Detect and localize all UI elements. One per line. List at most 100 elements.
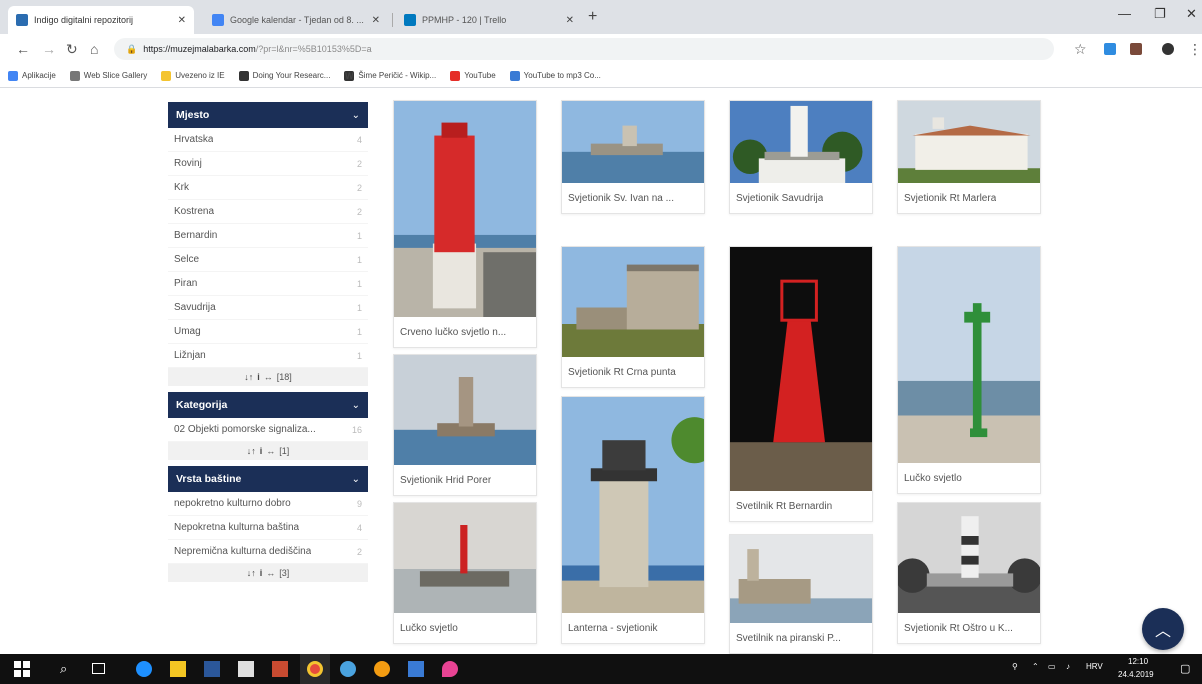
clock-time[interactable]: 12:10 — [1128, 657, 1148, 666]
language-indicator[interactable]: HRV — [1086, 662, 1103, 671]
maps-pin-icon[interactable] — [442, 661, 458, 677]
card-thumbnail[interactable] — [562, 101, 704, 183]
home-icon[interactable]: ⌂ — [90, 41, 98, 57]
card-thumbnail[interactable] — [898, 247, 1040, 463]
facet-header[interactable]: Vrsta baštine ⌄ — [168, 466, 368, 492]
expand-icon[interactable]: ↔ — [264, 372, 273, 382]
browser-tab-trello[interactable]: PPMHP - 120 | Trello ✕ — [396, 6, 582, 34]
close-icon[interactable]: ✕ — [566, 15, 574, 26]
profile-avatar-icon[interactable] — [1162, 43, 1174, 55]
facet-item[interactable]: Krk 2 — [168, 176, 368, 200]
facet-item[interactable]: Nepremična kulturna dediščina 2 — [168, 540, 368, 564]
file-explorer-icon[interactable] — [170, 661, 186, 677]
bookmark-ie-import[interactable]: Uvezeno iz IE — [161, 70, 225, 81]
clock-date[interactable]: 24.4.2019 — [1118, 670, 1154, 679]
back-arrow-icon[interactable]: ← — [16, 41, 30, 57]
chevron-down-icon[interactable]: ⌄ — [352, 110, 360, 121]
result-card[interactable]: Svjetionik Hrid Porer — [393, 354, 537, 496]
windows-start-icon[interactable] — [14, 661, 30, 677]
facet-item[interactable]: Hrvatska 4 — [168, 128, 368, 152]
menu-kebab-icon[interactable]: ⋮ — [1188, 41, 1202, 58]
result-card[interactable]: Svjetionik Savudrija — [729, 100, 873, 214]
card-thumbnail[interactable] — [730, 101, 872, 183]
url-input[interactable]: 🔒 https://muzejmalabarka.com/?pr=l&nr=%5… — [114, 38, 1054, 60]
app-icon[interactable] — [340, 661, 356, 677]
facet-item[interactable]: Piran 1 — [168, 272, 368, 296]
search-icon[interactable]: ⌕ — [60, 661, 76, 677]
card-caption[interactable]: Svetilnik na piranski P... — [730, 623, 872, 653]
card-thumbnail[interactable] — [562, 397, 704, 613]
reload-icon[interactable]: ↻ — [66, 41, 78, 58]
info-icon[interactable]: i — [257, 372, 260, 382]
card-thumbnail[interactable] — [394, 355, 536, 465]
chevron-down-icon[interactable]: ⌄ — [352, 474, 360, 485]
card-caption[interactable]: Crveno lučko svjetlo n... — [394, 317, 536, 347]
facet-item[interactable]: Bernardin 1 — [168, 224, 368, 248]
edge-browser-icon[interactable] — [136, 661, 152, 677]
card-thumbnail[interactable] — [730, 535, 872, 623]
bookmark-web-slice[interactable]: Web Slice Gallery — [69, 70, 147, 81]
close-icon[interactable]: ✕ — [372, 15, 380, 26]
card-caption[interactable]: Svjetionik Rt Oštro u K... — [898, 613, 1040, 643]
expand-icon[interactable]: ↔ — [266, 446, 275, 456]
card-thumbnail[interactable] — [394, 101, 536, 317]
result-card[interactable]: Svjetionik Rt Marlera — [897, 100, 1041, 214]
close-window-icon[interactable]: ✕ — [1186, 6, 1197, 22]
store-icon[interactable] — [238, 661, 254, 677]
tray-chevron-up-icon[interactable]: ⌃ — [1032, 662, 1039, 671]
info-icon[interactable]: i — [260, 446, 263, 456]
facet-item[interactable]: Rovinj 2 — [168, 152, 368, 176]
facet-item[interactable]: Ližnjan 1 — [168, 344, 368, 368]
tray-people-icon[interactable]: ⚲ — [1012, 662, 1018, 671]
facet-item[interactable]: Umag 1 — [168, 320, 368, 344]
firefox-icon[interactable] — [374, 661, 390, 677]
card-caption[interactable]: Svjetionik Hrid Porer — [394, 465, 536, 495]
result-card[interactable]: Svetilnik na piranski P... — [729, 534, 873, 654]
word-icon[interactable] — [204, 661, 220, 677]
facet-item[interactable]: Savudrija 1 — [168, 296, 368, 320]
card-caption[interactable]: Lučko svjetlo — [394, 613, 536, 643]
result-card[interactable]: Lučko svjetlo — [897, 246, 1041, 494]
star-icon[interactable]: ☆ — [1074, 41, 1087, 58]
card-thumbnail[interactable] — [730, 247, 872, 491]
facet-item[interactable]: nepokretno kulturno dobro 9 — [168, 492, 368, 516]
result-card[interactable]: Crveno lučko svjetlo n... — [393, 100, 537, 348]
result-card[interactable]: Lučko svjetlo — [393, 502, 537, 644]
card-caption[interactable]: Svjetionik Sv. Ivan na ... — [562, 183, 704, 213]
bookmark-youtube[interactable]: YouTube — [450, 70, 496, 81]
facet-item[interactable]: 02 Objekti pomorske signaliza... 16 — [168, 418, 368, 442]
card-thumbnail[interactable] — [898, 503, 1040, 613]
card-thumbnail[interactable] — [898, 101, 1040, 183]
card-caption[interactable]: Lučko svjetlo — [898, 463, 1040, 493]
facet-header[interactable]: Mjesto ⌄ — [168, 102, 368, 128]
minimize-icon[interactable]: — — [1118, 6, 1131, 21]
bookmark-doing-research[interactable]: Doing Your Researc... — [238, 70, 330, 81]
network-icon[interactable]: ▭ — [1048, 662, 1056, 671]
expand-icon[interactable]: ↔ — [266, 568, 275, 578]
new-tab-button[interactable]: + — [588, 8, 597, 26]
result-card[interactable]: Svjetionik Rt Crna punta — [561, 246, 705, 388]
card-caption[interactable]: Svjetionik Rt Crna punta — [562, 357, 704, 387]
card-thumbnail[interactable] — [562, 247, 704, 357]
result-card[interactable]: Svetilnik Rt Bernardin — [729, 246, 873, 522]
facet-item[interactable]: Selce 1 — [168, 248, 368, 272]
bookmark-apps[interactable]: Aplikacije — [8, 70, 56, 81]
notification-icon[interactable]: ▢ — [1180, 662, 1190, 675]
close-icon[interactable]: ✕ — [178, 15, 186, 26]
sort-icon[interactable]: ↓↑ — [247, 446, 256, 456]
result-card[interactable]: Lanterna - svjetionik — [561, 396, 705, 644]
chevron-down-icon[interactable]: ⌄ — [352, 400, 360, 411]
facet-header[interactable]: Kategorija ⌄ — [168, 392, 368, 418]
extension-icon[interactable] — [1130, 43, 1142, 55]
card-caption[interactable]: Svjetionik Rt Marlera — [898, 183, 1040, 213]
card-caption[interactable]: Svetilnik Rt Bernardin — [730, 491, 872, 521]
card-thumbnail[interactable] — [394, 503, 536, 613]
facet-item[interactable]: Nepokretna kulturna baština 4 — [168, 516, 368, 540]
volume-icon[interactable]: ♪ — [1066, 662, 1070, 671]
facet-item[interactable]: Kostrena 2 — [168, 200, 368, 224]
powerpoint-icon[interactable] — [272, 661, 288, 677]
maximize-icon[interactable]: ❐ — [1154, 6, 1166, 22]
browser-tab-indigo[interactable]: Indigo digitalni repozitorij ✕ — [8, 6, 194, 34]
card-caption[interactable]: Lanterna - svjetionik — [562, 613, 704, 643]
browser-tab-calendar[interactable]: Google kalendar - Tjedan od 8. ... ✕ — [204, 6, 388, 34]
